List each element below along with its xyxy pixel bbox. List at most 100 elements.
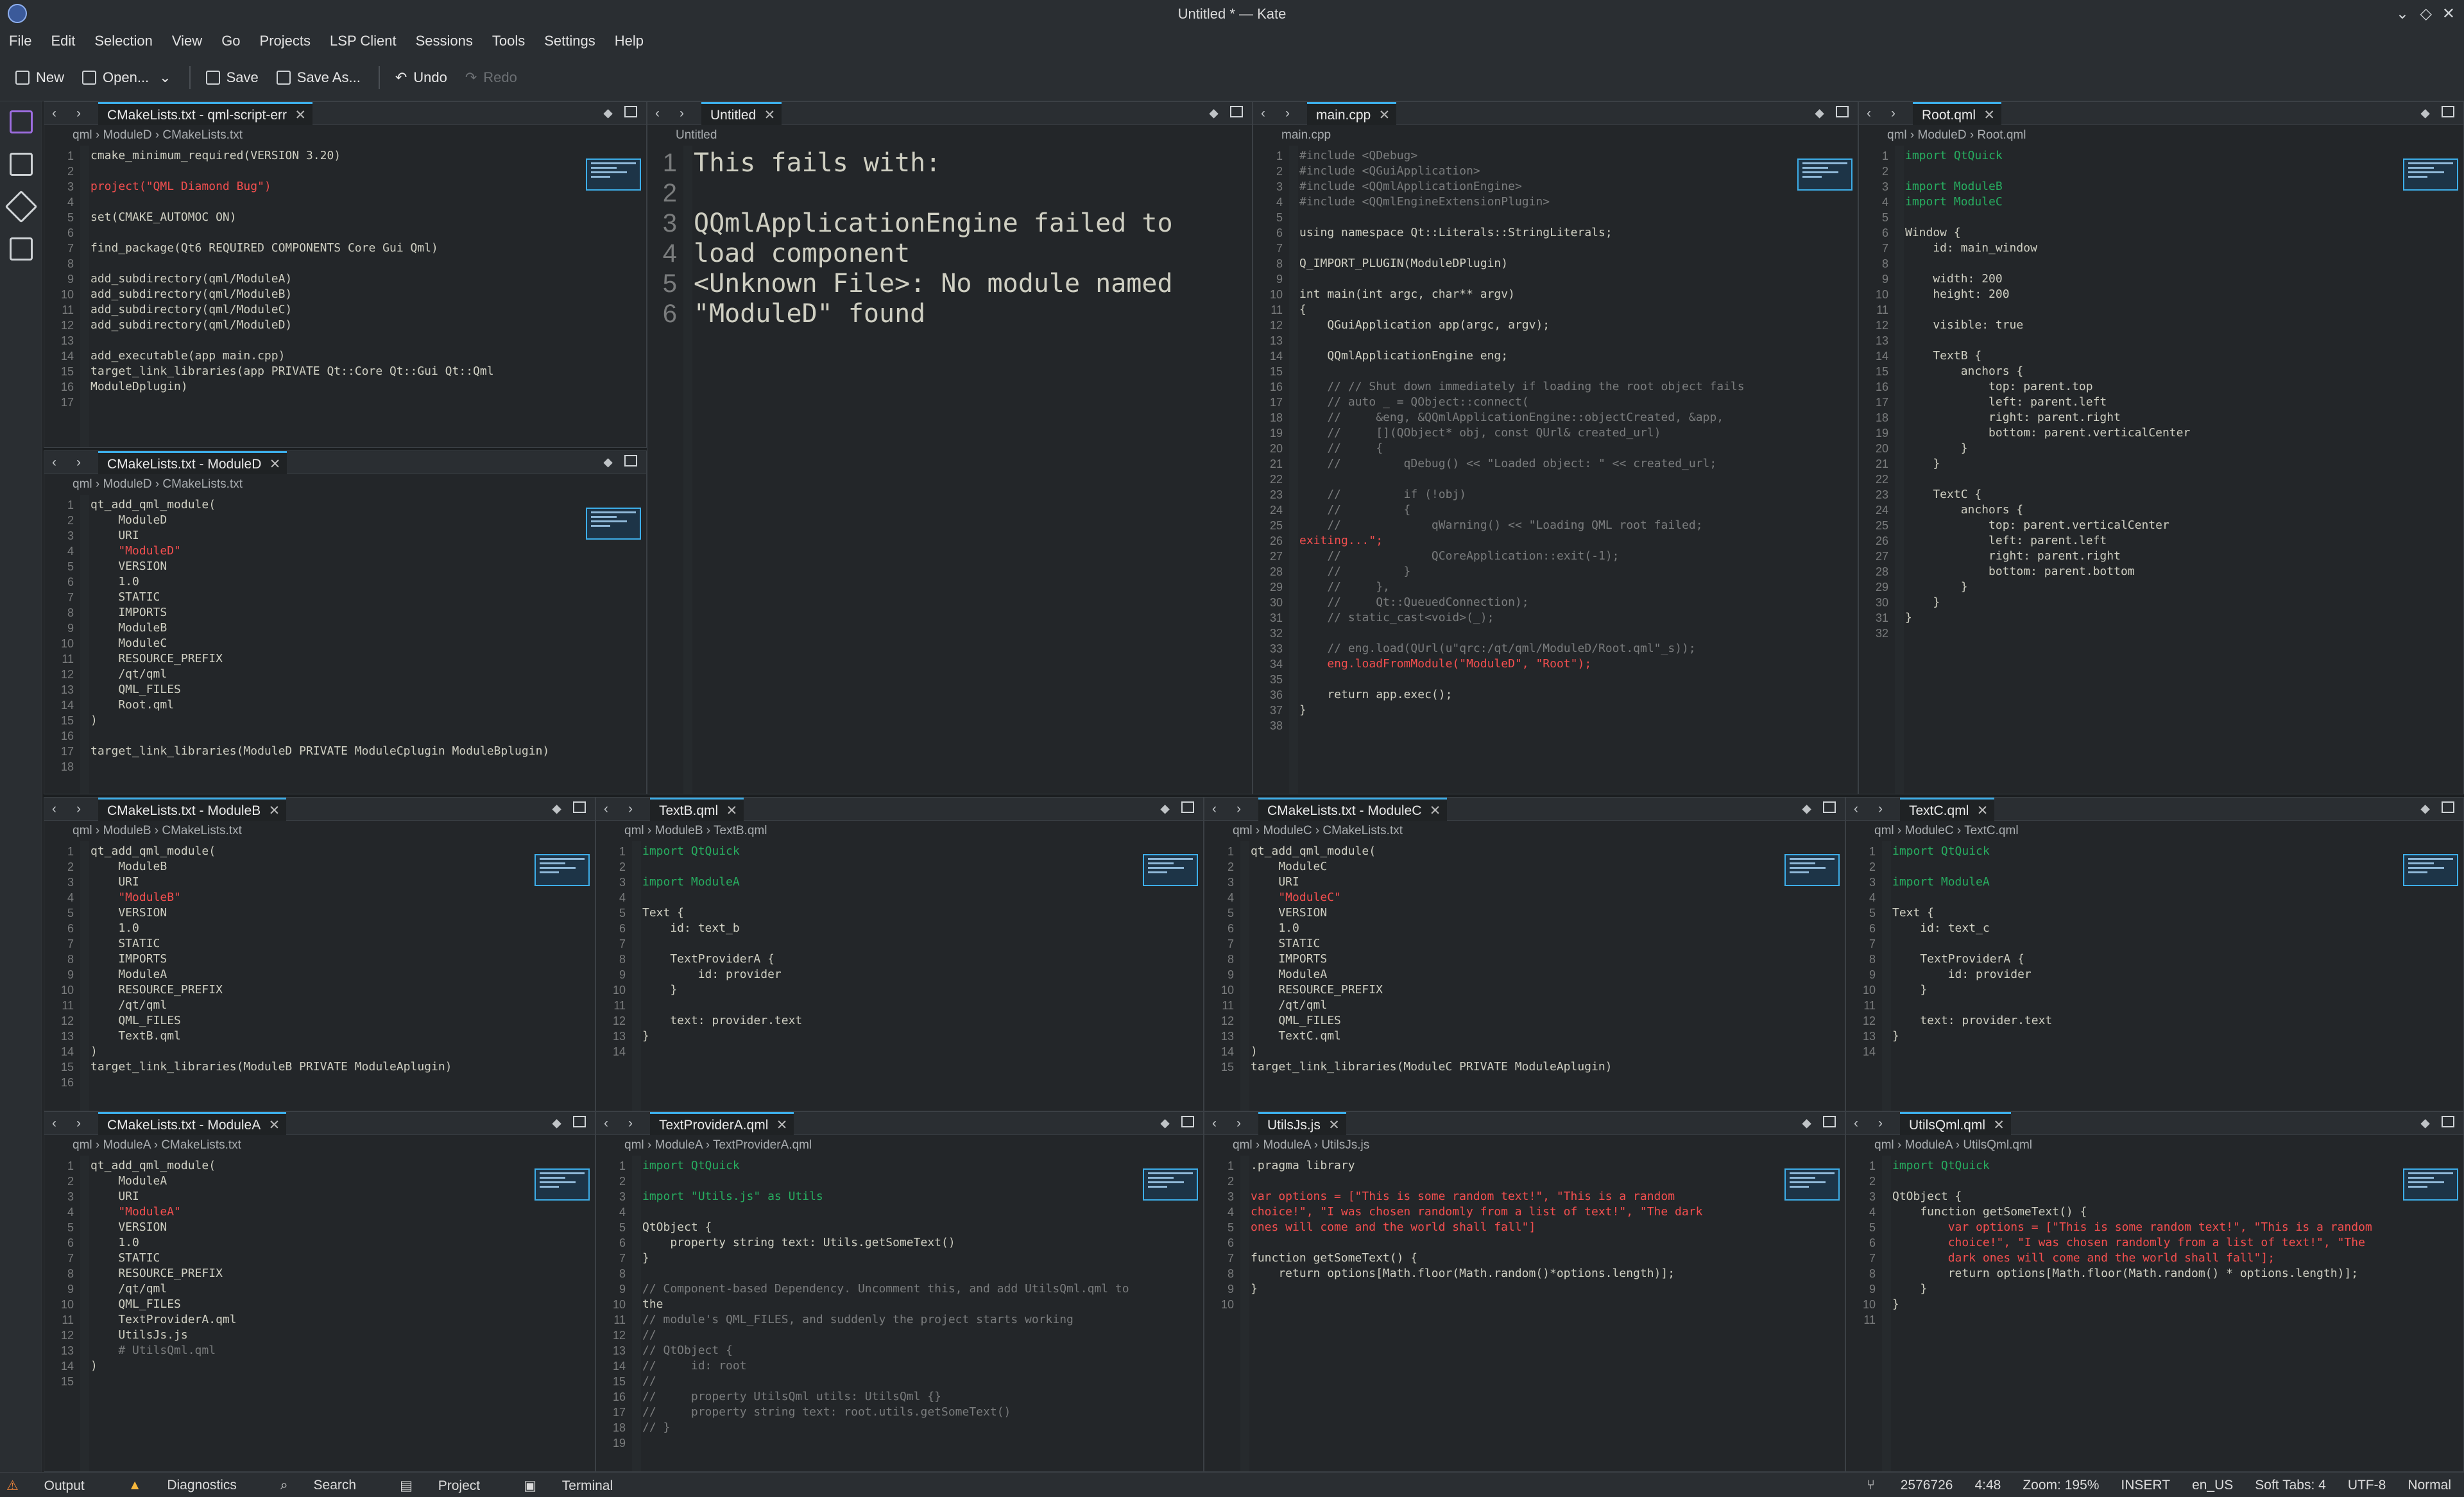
pin-icon[interactable]: ⬥ (552, 1116, 561, 1131)
minimap[interactable] (2403, 854, 2458, 886)
code-line[interactable]: // (642, 1328, 1139, 1343)
code-line[interactable]: QQmlApplicationEngine eng; (1299, 348, 1793, 364)
close-tab-icon[interactable]: ✕ (270, 456, 281, 472)
code-line[interactable]: top: parent.verticalCenter (1905, 518, 2399, 533)
code-line[interactable]: } (1905, 595, 2399, 610)
breadcrumb[interactable]: qml › ModuleA › UtilsQml.qml (1846, 1135, 2463, 1156)
code-area[interactable]: 1 import QtQuick 2 3 QtObject {4 function ge… (1846, 1156, 2463, 1471)
code-line[interactable]: ) (1251, 1044, 1781, 1059)
code-line[interactable]: left: parent.left (1905, 395, 2399, 410)
code-line[interactable]: TextProviderA.qml (90, 1312, 531, 1328)
code-line[interactable]: choice!", "I was chosen randomly from a … (1892, 1235, 2399, 1251)
back-icon[interactable]: ‹ (1867, 106, 1871, 121)
split-view-icon[interactable] (1181, 1116, 1194, 1127)
code-line[interactable]: target_link_libraries(ModuleC PRIVATE Mo… (1251, 1059, 1781, 1075)
code-line[interactable]: TextB.qml (90, 1029, 531, 1044)
code-line[interactable]: // [](QObject* obj, const QUrl& created_… (1299, 425, 1793, 441)
split-view-icon[interactable] (624, 106, 637, 117)
code-line[interactable]: // { (1299, 441, 1793, 456)
code-line[interactable]: add_executable(app main.cpp) (90, 348, 582, 364)
back-icon[interactable]: ‹ (1212, 801, 1217, 817)
code-line[interactable]: TextProviderA { (642, 952, 1139, 967)
forward-icon[interactable]: › (1878, 1116, 1883, 1131)
code-line[interactable]: import QtQuick (1892, 1158, 2399, 1174)
code-line[interactable]: RESOURCE_PREFIX (90, 982, 531, 998)
code-line[interactable]: qt_add_qml_module( (90, 844, 531, 859)
menu-edit[interactable]: Edit (51, 33, 75, 49)
minimap[interactable] (1797, 158, 1852, 191)
code-line[interactable]: Text { (642, 905, 1139, 921)
menu-go[interactable]: Go (221, 33, 240, 49)
code-line[interactable]: // property UtilsQml utils: UtilsQml {} (642, 1389, 1139, 1405)
indentation[interactable]: Soft Tabs: 4 (2255, 1478, 2326, 1493)
code-line[interactable]: var options = ["This is some random text… (1892, 1220, 2399, 1235)
back-icon[interactable]: ‹ (52, 801, 56, 817)
code-line[interactable]: height: 200 (1905, 287, 2399, 302)
code-line[interactable]: function getSomeText() { (1251, 1251, 1781, 1266)
code-line[interactable]: var options = ["This is some random text… (1251, 1189, 1781, 1204)
code-line[interactable]: /qt/qml (90, 998, 531, 1013)
code-line[interactable]: property string text: Utils.getSomeText(… (642, 1235, 1139, 1251)
code-line[interactable]: VERSION (90, 559, 582, 574)
code-line[interactable]: QGuiApplication app(argc, argv); (1299, 318, 1793, 333)
document-tab[interactable]: main.cpp ✕ (1307, 102, 1397, 125)
code-line[interactable]: STATIC (90, 936, 531, 952)
code-area[interactable]: 1 import QtQuick 2 3 import "Utils.js" as Ut… (596, 1156, 1203, 1471)
code-line[interactable]: width: 200 (1905, 271, 2399, 287)
editor-view-p1[interactable]: ‹ › CMakeLists.txt - qml-script-err ✕ ⬥ qml ›… (44, 101, 647, 448)
breadcrumb[interactable]: qml › ModuleA › UtilsJs.js (1204, 1135, 1845, 1156)
code-line[interactable]: // // Shut down immediately if loading t… (1299, 379, 1793, 395)
close-tab-icon[interactable]: ✕ (1983, 107, 1995, 123)
code-line[interactable]: // QtObject { (642, 1343, 1139, 1358)
folding-gutter[interactable] (632, 1156, 641, 1471)
open-button[interactable]: Open... ⌄ (82, 69, 171, 86)
code-line[interactable]: RESOURCE_PREFIX (1251, 982, 1781, 998)
filesystem-browser-icon[interactable] (10, 153, 33, 176)
pin-icon[interactable]: ⬥ (1802, 1116, 1811, 1131)
code-line[interactable]: // static_cast<void>(_); (1299, 610, 1793, 626)
code-line[interactable]: id: main_window (1905, 241, 2399, 256)
code-line[interactable]: id: text_c (1892, 921, 2399, 936)
code-line[interactable]: target_link_libraries(ModuleB PRIVATE Mo… (90, 1059, 531, 1075)
code-line[interactable]: add_subdirectory(qml/ModuleD) (90, 318, 582, 333)
folding-gutter[interactable] (1240, 1156, 1249, 1471)
code-line[interactable]: id: text_b (642, 921, 1139, 936)
code-line[interactable]: "ModuleC" (1251, 890, 1781, 905)
code-line[interactable]: } (1892, 1297, 2399, 1312)
pin-icon[interactable]: ⬥ (1160, 801, 1170, 817)
code-line[interactable]: } (1905, 610, 2399, 626)
minimap[interactable] (586, 158, 641, 191)
git-icon[interactable] (4, 190, 38, 223)
symbol-outline-icon[interactable] (10, 237, 33, 261)
document-tab[interactable]: TextProviderA.qml ✕ (650, 1112, 794, 1135)
code-line[interactable]: import ModuleC (1905, 194, 2399, 210)
split-view-icon[interactable] (2442, 1116, 2454, 1127)
breadcrumb[interactable]: qml › ModuleD › CMakeLists.txt (44, 474, 646, 495)
folding-gutter[interactable] (632, 841, 641, 1111)
code-line[interactable]: TextC.qml (1251, 1029, 1781, 1044)
code-line[interactable]: VERSION (90, 1220, 531, 1235)
editor-view-p13[interactable]: ‹ › UtilsQml.qml ✕ ⬥ qml › ModuleA › UtilsQml… (1845, 1111, 2464, 1472)
code-line[interactable]: } (1905, 456, 2399, 472)
forward-icon[interactable]: › (1236, 801, 1241, 817)
forward-icon[interactable]: › (680, 106, 684, 121)
code-area[interactable]: 1 qt_add_qml_module(2 ModuleB 3 URI 4 "Modu… (44, 841, 595, 1111)
folding-gutter[interactable] (80, 146, 89, 447)
document-tab[interactable]: Root.qml ✕ (1913, 102, 2002, 125)
code-line[interactable]: } (1299, 703, 1793, 718)
split-view-icon[interactable] (573, 801, 586, 813)
folding-gutter[interactable] (1895, 146, 1904, 794)
close-tab-icon[interactable]: ✕ (764, 107, 776, 123)
code-line[interactable]: } (642, 1029, 1139, 1044)
code-line[interactable]: // { (1299, 502, 1793, 518)
cursor-position[interactable]: 4:48 (1974, 1478, 2001, 1493)
git-branch[interactable]: ⑂ 2576726 (1845, 1478, 1953, 1493)
split-view-icon[interactable] (2442, 106, 2454, 117)
code-line[interactable]: /qt/qml (1251, 998, 1781, 1013)
code-line[interactable]: import QtQuick (642, 1158, 1139, 1174)
back-icon[interactable]: ‹ (1261, 106, 1265, 121)
code-line[interactable]: find_package(Qt6 REQUIRED COMPONENTS Cor… (90, 241, 582, 256)
code-line[interactable]: anchors { (1905, 502, 2399, 518)
code-line[interactable]: "ModuleB" (90, 890, 531, 905)
pin-icon[interactable]: ⬥ (603, 106, 613, 121)
